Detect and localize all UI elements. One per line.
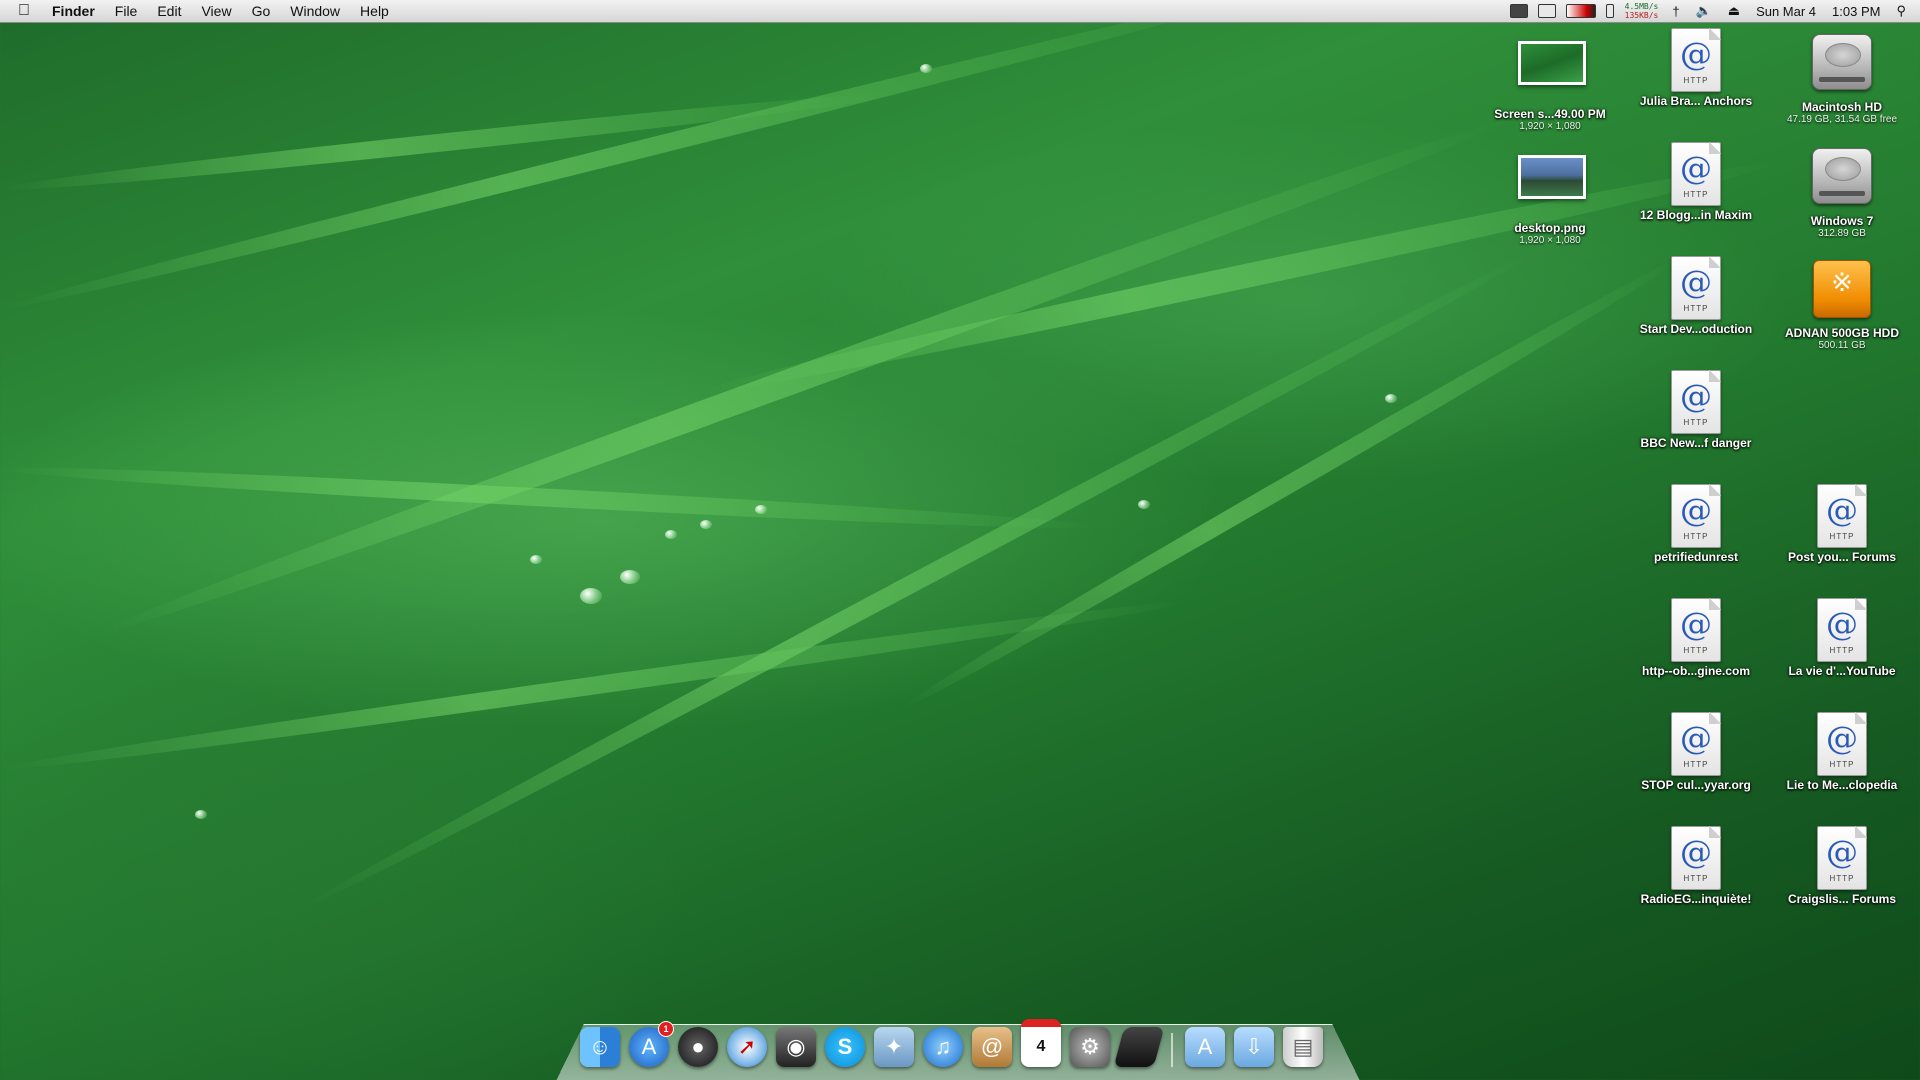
http-webloc-icon: @ HTTP xyxy=(1810,826,1874,890)
bluetooth-icon[interactable]: † xyxy=(1664,4,1687,19)
menubar-date[interactable]: Sun Mar 4 xyxy=(1748,4,1824,19)
screenshot-file-icon xyxy=(1518,41,1586,105)
desktop-icon-webloc[interactable]: @ HTTP Julia Bra... Anchors xyxy=(1626,28,1766,108)
safari-compass-icon[interactable]: ➚ xyxy=(727,1027,767,1067)
calendar-icon[interactable]: 4 xyxy=(1021,1019,1061,1067)
menu-bar:  Finder File Edit View Go Window Help 4… xyxy=(0,0,1920,23)
itunes-icon[interactable]: ♫ xyxy=(923,1027,963,1067)
hard-drive-icon xyxy=(1810,148,1874,212)
desktop-icon-webloc[interactable]: @ HTTP Post you... Forums xyxy=(1772,484,1912,564)
http-webloc-icon: @ HTTP xyxy=(1664,712,1728,776)
desktop-icon-webloc[interactable]: @ HTTP BBC New...f danger xyxy=(1626,370,1766,450)
desktop-icon-webloc[interactable]: @ HTTP RadioEG...inquiète! xyxy=(1626,826,1766,906)
menu-window[interactable]: Window xyxy=(280,0,350,22)
skype-icon[interactable]: S xyxy=(825,1027,865,1067)
finder-icon[interactable]: ☺ xyxy=(580,1027,620,1067)
system-preferences-gear-icon[interactable]: ⚙ xyxy=(1070,1027,1110,1067)
net-down: 135KB/s xyxy=(1624,11,1659,20)
mail-bird-icon[interactable]: ✦ xyxy=(874,1027,914,1067)
desktop-icon-webloc[interactable]: @ HTTP Lie to Me...clopedia xyxy=(1772,712,1912,792)
memory-icon[interactable] xyxy=(1605,4,1614,18)
dock-separator xyxy=(1171,1033,1173,1067)
time-machine-icon[interactable] xyxy=(1509,4,1528,18)
desktop-icon-external-drive[interactable]: ※ ADNAN 500GB HDD 500.11 GB xyxy=(1772,256,1912,351)
desktop-icon-webloc[interactable]: @ HTTP La vie d'...YouTube xyxy=(1772,598,1912,678)
net-up: 4.5MB/s xyxy=(1624,2,1659,11)
image-file-icon xyxy=(1518,155,1586,219)
http-webloc-icon: @ HTTP xyxy=(1664,256,1728,320)
desktop-icon-screenshot[interactable]: Screen s...49.00 PM 1,920 × 1,080 xyxy=(1480,28,1620,132)
menu-go[interactable]: Go xyxy=(242,0,281,22)
trash-icon[interactable]: ▤ xyxy=(1283,1027,1323,1067)
bootcamp-drive-icon[interactable] xyxy=(1113,1027,1165,1067)
http-webloc-icon: @ HTTP xyxy=(1810,484,1874,548)
http-webloc-icon: @ HTTP xyxy=(1664,370,1728,434)
network-speed-readout[interactable]: 4.5MB/s 135KB/s xyxy=(1619,2,1665,20)
menu-edit[interactable]: Edit xyxy=(147,0,191,22)
applications-folder-icon[interactable]: A xyxy=(1185,1027,1225,1067)
dock: ☺ A1 ● ➚ ◉ S ✦ ♫ @ 4 ⚙ A ⇩ ▤ xyxy=(580,1017,1323,1067)
usb-drive-icon: ※ xyxy=(1810,260,1874,324)
status-area: 4.5MB/s 135KB/s † 🔈 ⏏ Sun Mar 4 1:03 PM … xyxy=(1505,0,1920,22)
app-store-badge: 1 xyxy=(658,1021,674,1037)
desktop-icon-webloc[interactable]: @ HTTP Start Dev...oduction xyxy=(1626,256,1766,336)
http-webloc-icon: @ HTTP xyxy=(1664,598,1728,662)
http-webloc-icon: @ HTTP xyxy=(1810,598,1874,662)
desktop-icon-webloc[interactable]: @ HTTP 12 Blogg...in Maxim xyxy=(1626,142,1766,222)
desktop-icon-desktop-png[interactable]: desktop.png 1,920 × 1,080 xyxy=(1480,142,1620,246)
http-webloc-icon: @ HTTP xyxy=(1664,28,1728,92)
menu-file[interactable]: File xyxy=(105,0,148,22)
desktop-icon-webloc[interactable]: @ HTTP STOP cul...yyar.org xyxy=(1626,712,1766,792)
cpu-monitor-icon[interactable] xyxy=(1537,4,1556,18)
http-webloc-icon: @ HTTP xyxy=(1664,826,1728,890)
launchpad-icon[interactable]: ● xyxy=(678,1027,718,1067)
menu-help[interactable]: Help xyxy=(350,0,399,22)
desktop-icon-webloc[interactable]: @ HTTP http--ob...gine.com xyxy=(1626,598,1766,678)
activity-graph-icon[interactable] xyxy=(1565,4,1596,18)
apple-menu-icon[interactable]:  xyxy=(0,0,42,22)
app-store-icon[interactable]: A1 xyxy=(629,1021,674,1067)
http-webloc-icon: @ HTTP xyxy=(1810,712,1874,776)
menu-view[interactable]: View xyxy=(191,0,241,22)
desktop-icon-macintosh-hd[interactable]: Macintosh HD 47.19 GB, 31.54 GB free xyxy=(1772,28,1912,125)
http-webloc-icon: @ HTTP xyxy=(1664,484,1728,548)
http-webloc-icon: @ HTTP xyxy=(1664,142,1728,206)
desktop-icon-webloc[interactable]: @ HTTP Craigslis... Forums xyxy=(1772,826,1912,906)
spotlight-search-icon[interactable]: ⚲ xyxy=(1888,3,1920,19)
desktop-icon-windows-7[interactable]: Windows 7 312.89 GB xyxy=(1772,142,1912,239)
volume-icon[interactable]: 🔈 xyxy=(1688,3,1720,19)
downloads-folder-icon[interactable]: ⇩ xyxy=(1234,1027,1274,1067)
address-book-icon[interactable]: @ xyxy=(972,1027,1012,1067)
desktop-icon-webloc[interactable]: @ HTTP petrifiedunrest xyxy=(1626,484,1766,564)
camera-app-icon[interactable]: ◉ xyxy=(776,1027,816,1067)
menubar-clock[interactable]: 1:03 PM xyxy=(1824,4,1888,19)
app-menu-finder[interactable]: Finder xyxy=(42,0,105,22)
hard-drive-icon xyxy=(1810,34,1874,98)
eject-icon[interactable]: ⏏ xyxy=(1720,3,1748,19)
